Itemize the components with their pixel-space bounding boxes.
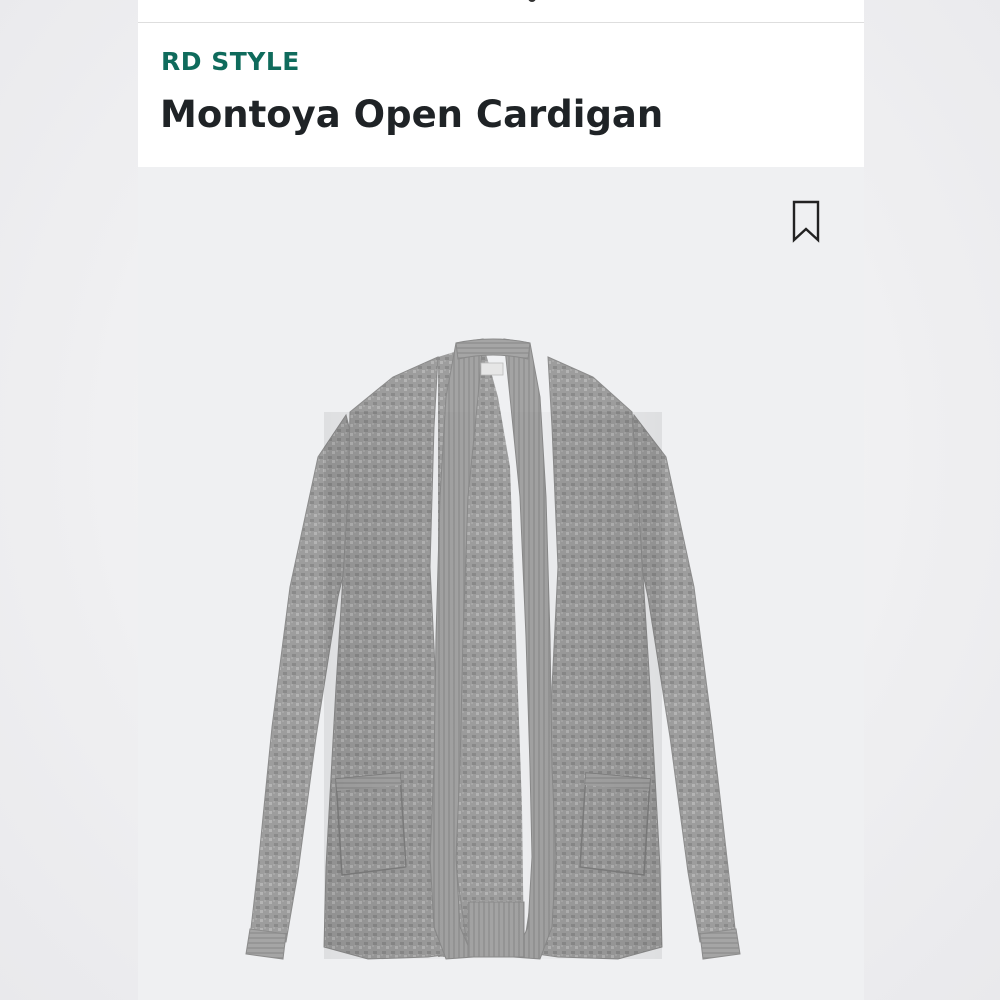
top-bar-indicator bbox=[528, 0, 536, 2]
top-bar bbox=[138, 0, 864, 23]
product-photo-cardigan bbox=[245, 338, 741, 960]
cardigan-neck-band bbox=[455, 338, 531, 360]
product-page: RD STYLE Montoya Open Cardigan bbox=[138, 0, 864, 1000]
bookmark-button[interactable] bbox=[784, 197, 828, 245]
product-header: RD STYLE Montoya Open Cardigan bbox=[138, 23, 864, 167]
cardigan-left-cuff bbox=[245, 928, 287, 960]
cardigan-label-tag bbox=[480, 362, 504, 376]
product-title: Montoya Open Cardigan bbox=[160, 93, 664, 136]
cardigan-right-cuff bbox=[699, 928, 741, 960]
product-image-area[interactable] bbox=[138, 167, 864, 1000]
bookmark-icon bbox=[784, 197, 828, 245]
brand-name[interactable]: RD STYLE bbox=[161, 47, 300, 76]
